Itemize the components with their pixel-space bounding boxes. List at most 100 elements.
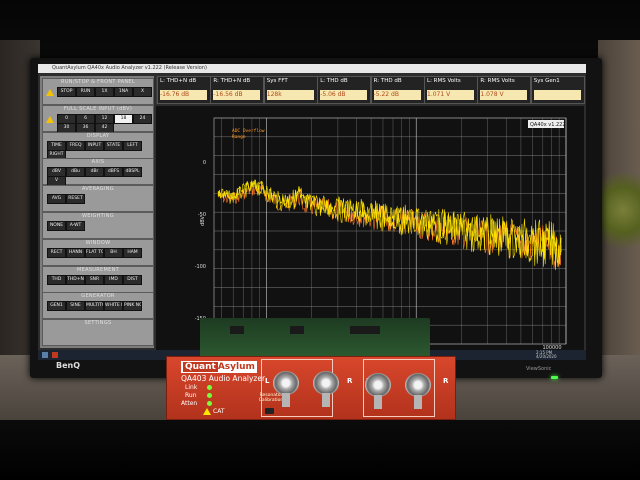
meter-label: Sys FFT [266,78,288,84]
panel-button[interactable]: A-WT [66,221,85,231]
device-brand-asylum: Asylum [217,362,255,372]
bnc-input-left-connector[interactable] [273,365,299,407]
meter-tile[interactable]: R: THD+N dB -16.56 dB [210,76,265,104]
panel-button[interactable]: NONE [47,221,66,231]
panel-button[interactable]: 1NA [114,87,133,97]
control-panel: RUN/STOP & FRONT PANEL STOP RUN 1X 1NA X FULL … [40,76,154,348]
panel-button[interactable]: PINK NOISE [123,301,142,312]
panel-button[interactable]: THD [47,274,66,285]
cat-label: CAT [213,408,225,415]
panel-button[interactable]: dBr [85,167,104,178]
panel-button[interactable]: RUN [76,87,95,97]
status-atten-label: Atten [181,400,198,407]
panel-button[interactable]: dBu [66,167,85,178]
y-tick-label: -100 [195,264,206,270]
plot-warning: ADC Overflow [232,128,265,134]
monitor-corner-brand: ViewSonic [526,366,552,372]
panel-section: SETTINGS [42,319,154,347]
meter-tile[interactable]: L: RMS Volts 1.071 V [424,76,478,104]
meter-value: 128k [266,90,314,100]
status-atten-led [207,401,212,406]
panel-button[interactable]: MULTITONE [85,301,104,312]
monitor-power-led [551,376,558,379]
panel-section-title: FULL SCALE INPUT (dBV) [63,105,133,112]
pcb-chip [290,326,304,334]
output-right-label: R [443,377,449,385]
panel-button[interactable]: 1X [95,87,114,97]
panel-button[interactable]: FLAT TOP [85,247,104,258]
panel-button[interactable]: HANN [66,247,85,258]
panel-section-title: WINDOW [85,239,111,246]
panel-button[interactable]: IMD [104,274,123,285]
panel-button[interactable]: INPUT [85,140,104,151]
panel-section-title: DISPLAY [86,132,110,139]
pcb-chip [350,326,380,334]
panel-section: AXIS dBV dBu dBr dBFS dBSPL V [42,158,154,187]
y-tick-label: 0 [203,160,206,166]
bnc-input-right-connector[interactable] [313,365,339,407]
status-link-led [207,385,212,390]
panel-button[interactable]: 24 [133,113,152,124]
panel-button[interactable]: RESET [66,194,85,205]
panel-button[interactable]: AVG [47,194,66,205]
panel-section: MEASUREMENT THD THD+N SNR IMD DIST [42,265,154,293]
meter-value: 1.071 V [427,90,474,100]
panel-button[interactable]: THD+N [66,274,85,285]
panel-button[interactable]: 18 [114,113,133,124]
panel-button[interactable]: SNR [85,274,104,285]
panel-button[interactable]: X [133,87,152,97]
panel-button[interactable]: LEFT [123,140,142,151]
app-title-bar: QuantAsylum QA40x Audio Analyzer v1.222 … [38,64,586,73]
panel-section: AVERAGING AVG RESET [42,185,154,213]
meter-label: L: THD+N dB [160,78,197,84]
plot-warning: Range [232,134,246,140]
meter-tile[interactable]: Sys Gen1 [530,76,585,104]
meter-label: Sys Gen1 [533,78,560,84]
panel-section: DISPLAY TIME FREQ INPUT STATE LEFT RIGHT [42,131,154,160]
panel-button[interactable]: DIST [123,274,142,285]
circuit-board [200,318,430,358]
panel-button[interactable]: STATE [104,140,123,151]
meter-label: R: THD dB [373,78,402,84]
fft-plot-svg: 0-50-100-150dBV10000100000ADC OverflowRa… [195,117,567,350]
status-run-led [207,393,212,398]
meter-label: R: RMS Volts [480,78,515,84]
warning-triangle-icon [46,115,54,123]
panel-button[interactable]: RECT [47,247,66,258]
panel-section: WINDOW RECTHANNFLAT TOPBHHAM [42,238,154,266]
panel-button[interactable]: HAM [123,247,142,258]
meter-tile[interactable]: L: THD dB -5.06 dB [317,76,372,104]
app-taskbar-icon[interactable] [52,352,58,358]
app-title: QuantAsylum QA40x Audio Analyzer v1.222 … [52,65,207,71]
panel-button[interactable]: dBFS [104,167,123,178]
audio-analyzer-front-panel: Quant Asylum QA403 Audio Analyzer Link Ru… [166,356,456,420]
panel-section-title: MEASUREMENT [77,266,119,273]
input-right-label: R [347,377,353,385]
panel-section-title: GENERATOR [81,293,115,300]
warning-triangle-icon [203,408,211,415]
panel-button[interactable]: STOP [57,87,76,97]
panel-section: RUN/STOP & FRONT PANEL STOP RUN 1X 1NA X [42,78,154,105]
panel-button[interactable]: FREQ [66,140,85,151]
device-model: QA403 Audio Analyzer [181,374,266,383]
bnc-output-right-connector[interactable] [405,367,431,409]
panel-section-title: WEIGHTING [81,213,115,219]
panel-button[interactable]: GEN1 [47,301,66,312]
bnc-output-left-connector[interactable] [365,367,391,409]
panel-button[interactable]: SINE [66,301,85,312]
meter-strip: L: THD+N dB -16.76 dB R: THD+N dB -16.56 dB… [156,76,585,104]
photo-scene: QuantAsylum QA40x Audio Analyzer v1.222 … [0,0,640,480]
monitor-screen: QuantAsylum QA40x Audio Analyzer v1.222 … [38,64,586,360]
meter-tile[interactable]: R: RMS Volts 1.078 V [477,76,532,104]
device-brand: Quant Asylum [181,361,257,373]
panel-section-title: AXIS [91,159,105,166]
meter-tile[interactable]: R: THD dB -5.22 dB [370,76,425,104]
meter-tile[interactable]: Sys FFT 128k [263,76,318,104]
meter-tile[interactable]: L: THD+N dB -16.76 dB [157,76,211,104]
panel-button[interactable]: WHITE NOISE [104,301,123,312]
start-icon[interactable] [42,352,48,358]
meter-label: R: THD+N dB [213,78,251,84]
meter-value: -16.56 dB [213,90,261,100]
panel-button[interactable]: dBSPL [123,167,142,178]
panel-button[interactable]: BH [104,247,123,258]
